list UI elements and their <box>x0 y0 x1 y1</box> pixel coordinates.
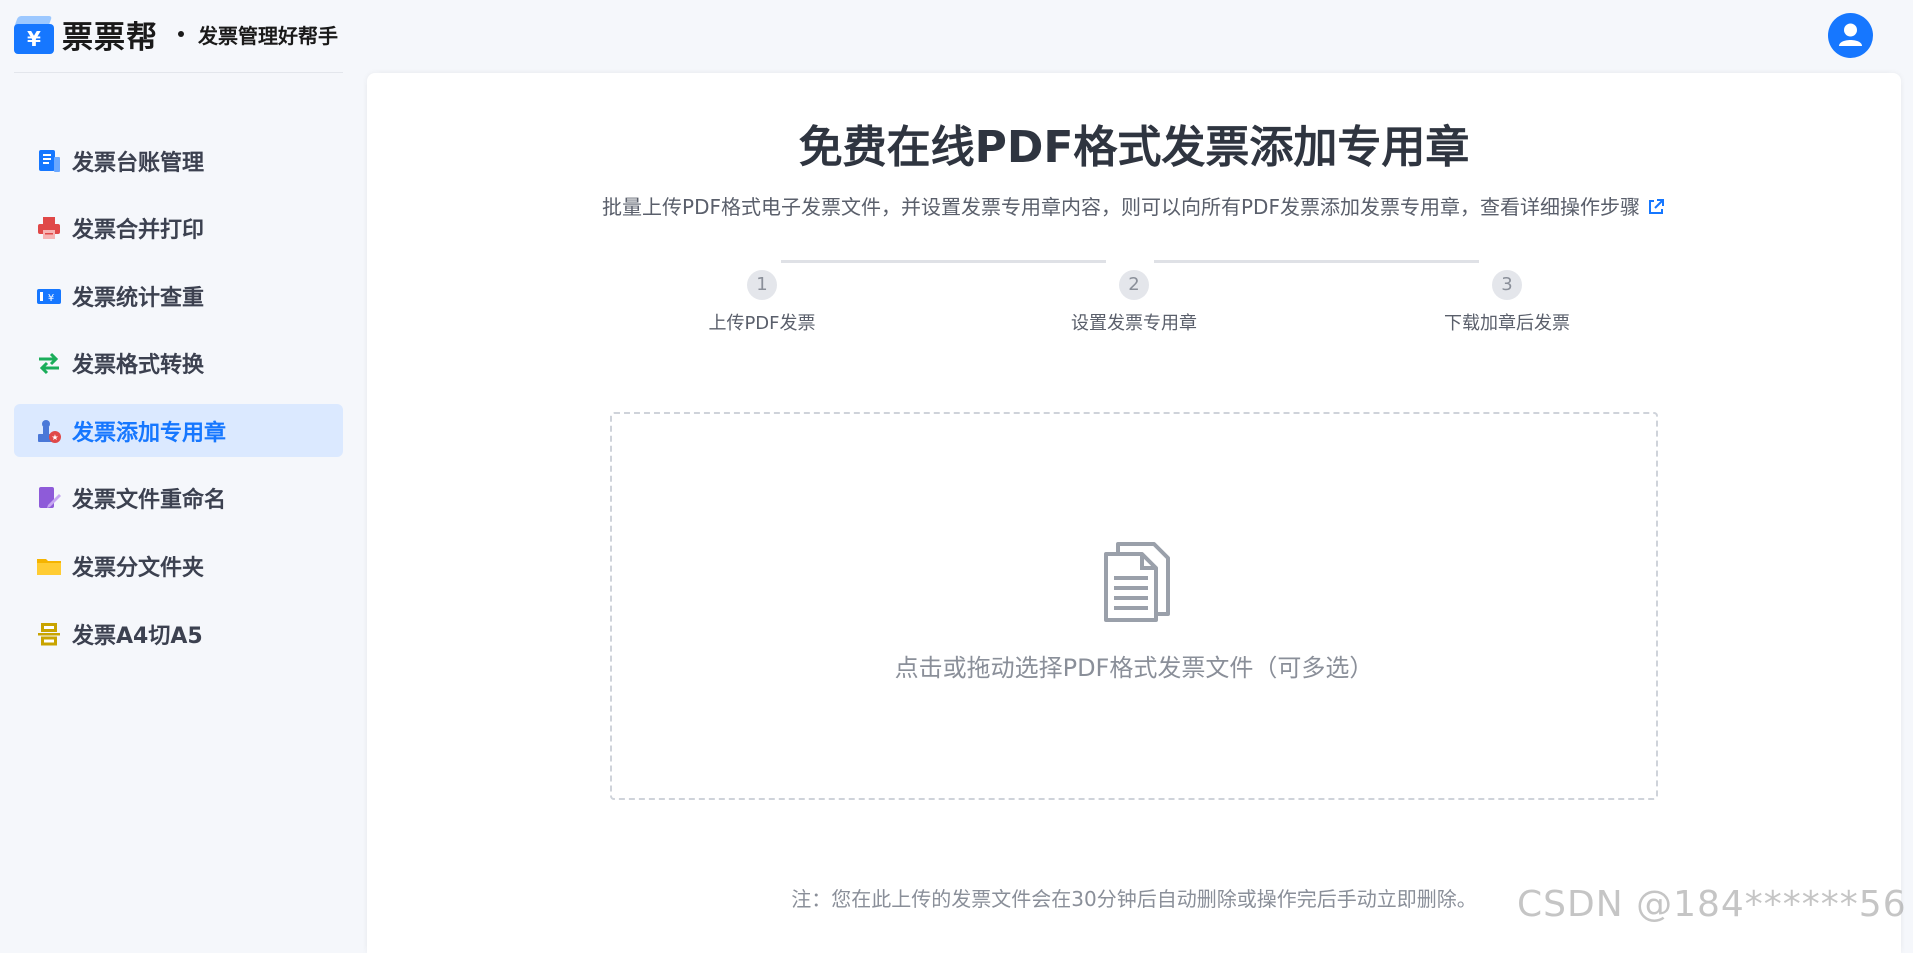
logo-ticket-icon: ¥ <box>13 14 54 54</box>
sidebar-item-label: 发票格式转换 <box>72 353 205 379</box>
brand-name: 票票帮 <box>62 19 158 56</box>
sidebar-item-label: 发票统计查重 <box>72 285 205 311</box>
watermark: CSDN @184******56 <box>1517 884 1907 925</box>
sidebar-divider <box>14 72 343 73</box>
convert-arrows-icon <box>36 350 62 376</box>
svg-text:¥: ¥ <box>48 293 54 304</box>
step-connector <box>781 260 1106 263</box>
cut-paper-icon <box>36 621 62 647</box>
page-subtitle: 批量上传PDF格式电子发票文件，并设置发票专用章内容，则可以向所有PDF发票添加… <box>367 191 1901 222</box>
sidebar-item-merge-print[interactable]: 发票合并打印 <box>14 202 343 255</box>
user-avatar-button[interactable] <box>1828 13 1873 58</box>
step-label: 上传PDF发票 <box>708 313 816 334</box>
steps-indicator: 1 上传PDF发票 2 设置发票专用章 3 下载加章后发票 <box>367 270 1901 350</box>
sidebar-item-folders[interactable]: 发票分文件夹 <box>14 540 343 593</box>
step-label: 下载加章后发票 <box>1444 313 1570 334</box>
brand-tagline: 发票管理好帮手 <box>198 23 338 48</box>
step-2: 2 设置发票专用章 <box>1014 270 1254 335</box>
external-link-icon[interactable] <box>1646 197 1666 222</box>
subtitle-text: 批量上传PDF格式电子发票文件，并设置发票专用章内容，则可以向所有PDF发票添加… <box>602 195 1640 219</box>
sidebar-item-add-stamp[interactable]: ★ 发票添加专用章 <box>14 404 343 458</box>
sidebar-nav: 发票台账管理 发票合并打印 ¥ 发票统计查重 发票格式转换 ★ 发票添加专用章 … <box>14 134 343 675</box>
ledger-icon <box>36 148 62 174</box>
sidebar-item-label: 发票分文件夹 <box>72 556 205 582</box>
step-number: 3 <box>1492 270 1522 300</box>
dropzone-text: 点击或拖动选择PDF格式发票文件（可多选） <box>894 654 1374 682</box>
sidebar-item-rename[interactable]: 发票文件重命名 <box>14 472 343 525</box>
printer-icon <box>36 215 62 241</box>
page-title: 免费在线PDF格式发票添加专用章 <box>798 122 1470 173</box>
step-3: 3 下载加章后发票 <box>1387 270 1627 335</box>
sidebar-item-ledger[interactable]: 发票台账管理 <box>14 134 343 187</box>
documents-icon <box>1102 542 1172 626</box>
sidebar-item-stats[interactable]: ¥ 发票统计查重 <box>14 269 343 322</box>
logo-separator-dot <box>178 31 184 37</box>
svg-text:★: ★ <box>51 433 58 442</box>
sidebar-item-label: 发票文件重命名 <box>72 488 227 514</box>
ticket-stats-icon: ¥ <box>36 283 62 309</box>
upload-dropzone[interactable]: 点击或拖动选择PDF格式发票文件（可多选） <box>610 412 1658 800</box>
sidebar-item-label: 发票台账管理 <box>72 150 205 176</box>
sidebar-item-label: 发票添加专用章 <box>72 420 227 446</box>
folder-icon <box>36 553 62 579</box>
stamp-icon: ★ <box>36 418 62 444</box>
sidebar-item-label: 发票A4切A5 <box>72 623 203 649</box>
sidebar-item-convert[interactable]: 发票格式转换 <box>14 337 343 390</box>
main-panel: 免费在线PDF格式发票添加专用章 批量上传PDF格式电子发票文件，并设置发票专用… <box>367 73 1901 953</box>
sidebar-item-label: 发票合并打印 <box>72 218 205 244</box>
user-icon <box>1839 23 1862 46</box>
rename-pen-icon <box>36 485 62 511</box>
step-number: 2 <box>1119 270 1149 300</box>
step-number: 1 <box>747 270 777 300</box>
sidebar-item-a4-to-a5[interactable]: 发票A4切A5 <box>14 607 343 660</box>
step-1: 1 上传PDF发票 <box>642 270 882 335</box>
brand-logo[interactable]: ¥ 票票帮 发票管理好帮手 <box>13 12 338 56</box>
step-connector <box>1154 260 1479 263</box>
step-label: 设置发票专用章 <box>1071 313 1197 334</box>
